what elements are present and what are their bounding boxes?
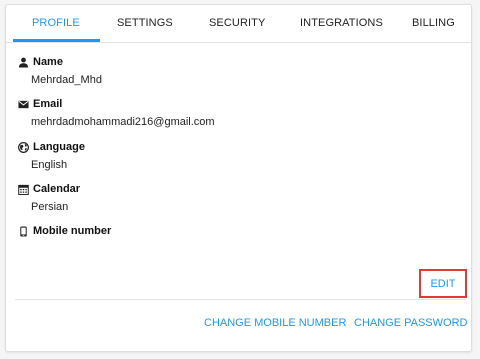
- tab-settings[interactable]: SETTINGS: [117, 17, 173, 29]
- field-name-label-row: Name: [18, 56, 102, 68]
- field-email-label-row: Email: [18, 98, 215, 110]
- active-tab-indicator: [13, 39, 100, 42]
- mobile-label: Mobile number: [33, 225, 112, 237]
- tab-integrations[interactable]: INTEGRATIONS: [300, 17, 383, 29]
- mail-icon: [18, 100, 29, 108]
- language-label: Language: [33, 141, 85, 153]
- name-value: Mehrdad_Mhd: [31, 74, 102, 86]
- person-icon: [18, 57, 29, 68]
- phone-icon: [20, 225, 27, 237]
- field-calendar: Calendar Persian: [18, 183, 80, 213]
- language-value: English: [31, 159, 68, 171]
- name-label: Name: [33, 56, 63, 68]
- calendar-label: Calendar: [33, 183, 81, 195]
- field-email: Email mehrdadmohammadi216@gmail.com: [18, 98, 215, 128]
- field-mobile: Mobile number: [18, 225, 111, 243]
- profile-card: PROFILE SETTINGS SECURITY INTEGRATIONS B…: [5, 4, 472, 352]
- calendar-icon: [18, 184, 29, 195]
- field-name: Name Mehrdad_Mhd: [18, 56, 102, 86]
- email-value: mehrdadmohammadi216@gmail.com: [31, 116, 215, 128]
- tab-bar: PROFILE SETTINGS SECURITY INTEGRATIONS B…: [6, 5, 471, 43]
- field-language-label-row: Language: [18, 141, 85, 153]
- email-label: Email: [33, 98, 63, 110]
- field-language: Language English: [18, 141, 85, 171]
- edit-button[interactable]: EDIT: [419, 269, 467, 298]
- field-mobile-label-row: Mobile number: [18, 225, 111, 237]
- field-calendar-label-row: Calendar: [18, 183, 80, 195]
- divider: [15, 299, 467, 300]
- tab-security[interactable]: SECURITY: [209, 17, 265, 29]
- tab-billing[interactable]: BILLING: [412, 17, 455, 29]
- change-mobile-number-button[interactable]: CHANGE MOBILE NUMBER: [204, 317, 346, 329]
- tab-profile[interactable]: PROFILE: [32, 17, 80, 29]
- calendar-value: Persian: [31, 201, 69, 213]
- change-password-button[interactable]: CHANGE PASSWORD: [354, 317, 467, 329]
- globe-icon: [18, 141, 29, 153]
